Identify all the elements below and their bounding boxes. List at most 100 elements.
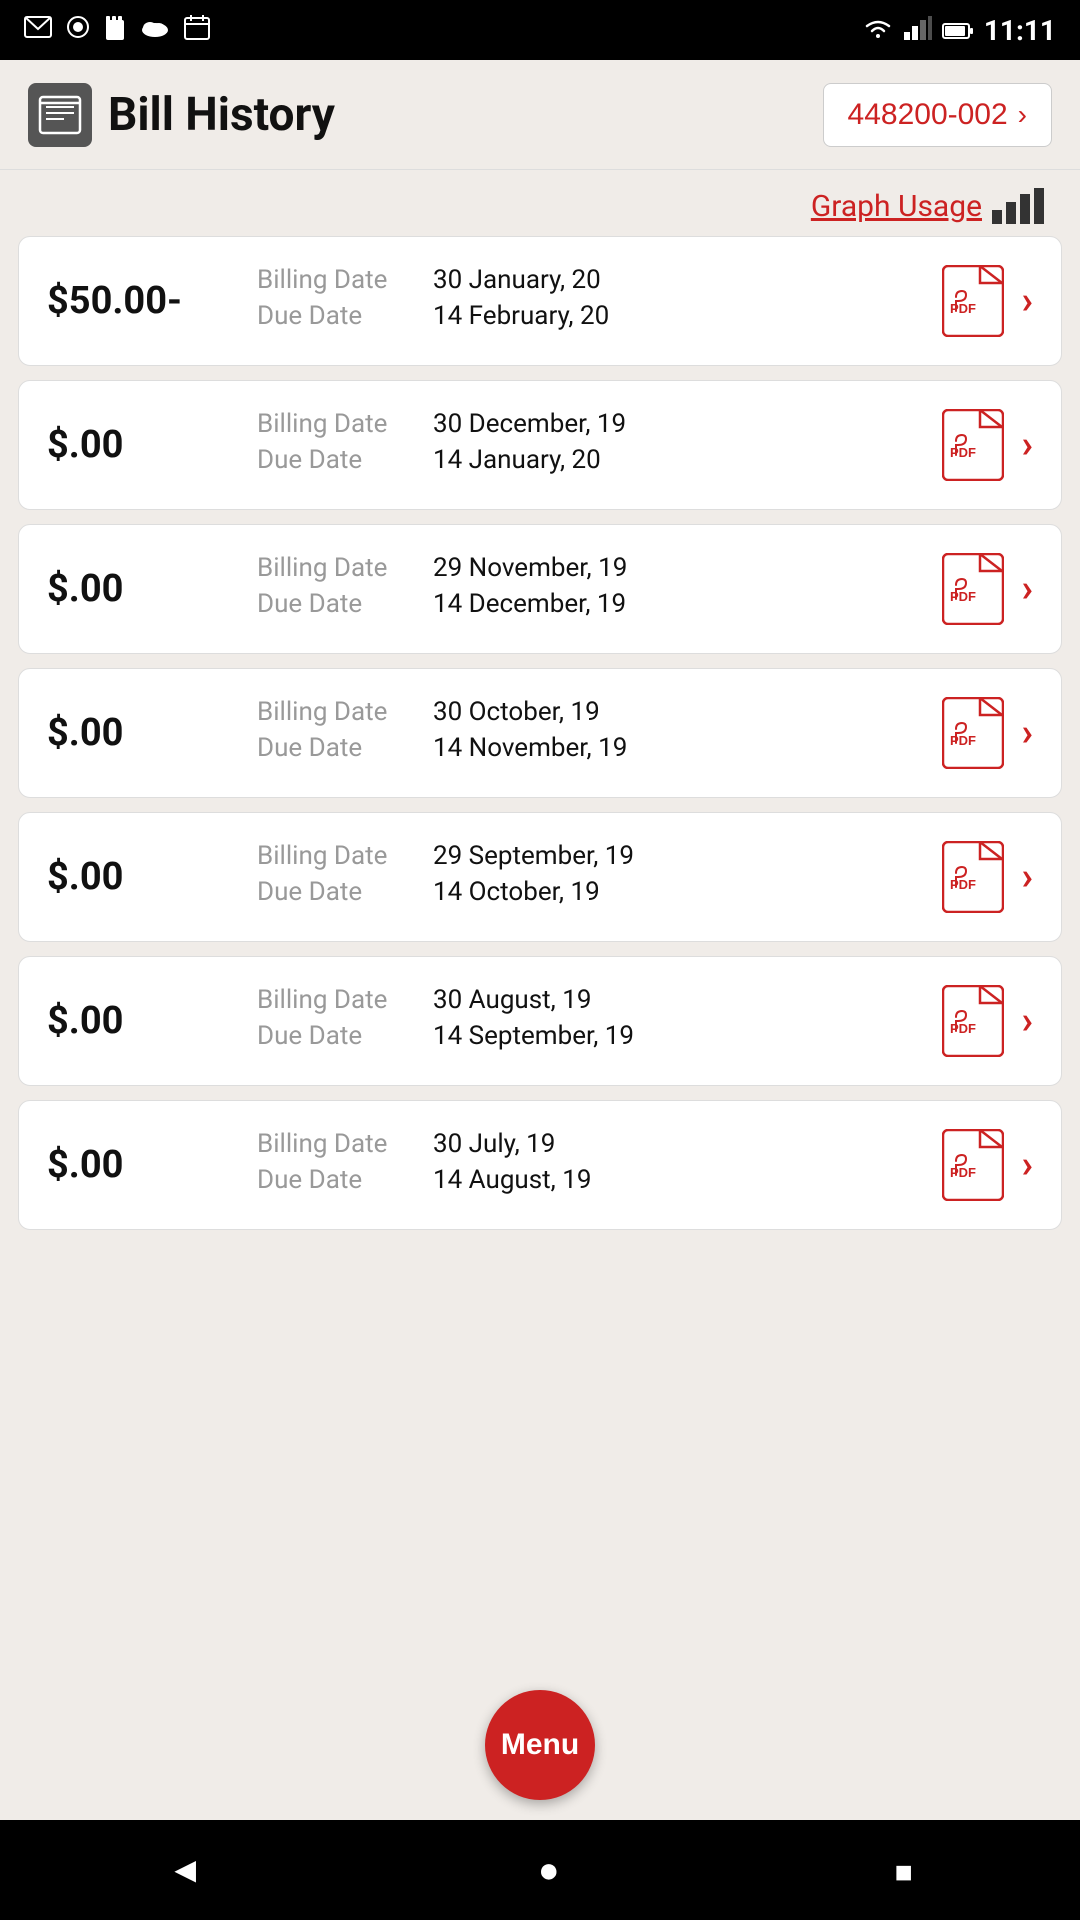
due-date-label: Due Date [257, 445, 417, 475]
pdf-icon[interactable]: PDF [942, 265, 1004, 337]
header-icon-box [28, 83, 92, 147]
record-icon [66, 15, 90, 45]
bill-actions: PDF › [942, 985, 1034, 1057]
billing-date-row: Billing Date 30 December, 19 [257, 409, 942, 439]
billing-date-row: Billing Date 30 October, 19 [257, 697, 942, 727]
wifi-icon [862, 14, 894, 47]
svg-text:PDF: PDF [950, 1021, 976, 1036]
page-title: Bill History [108, 88, 335, 142]
billing-date-value: 30 July, 19 [433, 1129, 555, 1159]
status-icons-left [24, 14, 210, 46]
svg-text:PDF: PDF [950, 877, 976, 892]
due-date-row: Due Date 14 February, 20 [257, 301, 942, 331]
due-date-row: Due Date 14 December, 19 [257, 589, 942, 619]
due-date-label: Due Date [257, 589, 417, 619]
due-date-row: Due Date 14 October, 19 [257, 877, 942, 907]
bill-actions: PDF › [942, 409, 1034, 481]
header-left: Bill History [28, 83, 335, 147]
billing-date-label: Billing Date [257, 553, 417, 583]
pdf-icon[interactable]: PDF [942, 553, 1004, 625]
billing-date-label: Billing Date [257, 841, 417, 871]
billing-date-row: Billing Date 29 November, 19 [257, 553, 942, 583]
bill-amount: $.00 [47, 1143, 237, 1187]
bill-card[interactable]: $50.00- Billing Date 30 January, 20 Due … [18, 236, 1062, 366]
bill-dates: Billing Date 30 July, 19 Due Date 14 Aug… [237, 1129, 942, 1201]
bill-actions: PDF › [942, 265, 1034, 337]
bill-card[interactable]: $.00 Billing Date 30 December, 19 Due Da… [18, 380, 1062, 510]
billing-date-label: Billing Date [257, 697, 417, 727]
due-date-label: Due Date [257, 1165, 417, 1195]
bill-amount: $.00 [47, 567, 237, 611]
due-date-row: Due Date 14 November, 19 [257, 733, 942, 763]
chevron-right-icon: › [1022, 423, 1034, 467]
time-display: 11:11 [984, 14, 1056, 47]
due-date-value: 14 September, 19 [433, 1021, 634, 1051]
home-button[interactable] [508, 1839, 590, 1901]
due-date-row: Due Date 14 August, 19 [257, 1165, 942, 1195]
chevron-right-icon: › [1022, 999, 1034, 1043]
bar-chart-icon [992, 188, 1044, 224]
bill-amount: $.00 [47, 423, 237, 467]
chevron-right-icon: › [1022, 855, 1034, 899]
bill-card[interactable]: $.00 Billing Date 29 November, 19 Due Da… [18, 524, 1062, 654]
due-date-label: Due Date [257, 1021, 417, 1051]
bill-dates: Billing Date 30 January, 20 Due Date 14 … [237, 265, 942, 337]
graph-usage-link[interactable]: Graph Usage [811, 189, 982, 224]
bill-card[interactable]: $.00 Billing Date 30 August, 19 Due Date… [18, 956, 1062, 1086]
bar4 [1034, 188, 1044, 224]
bill-card[interactable]: $.00 Billing Date 30 October, 19 Due Dat… [18, 668, 1062, 798]
menu-fab-container: Menu [485, 1690, 595, 1800]
billing-date-label: Billing Date [257, 409, 417, 439]
due-date-row: Due Date 14 January, 20 [257, 445, 942, 475]
chevron-right-icon: › [1022, 711, 1034, 755]
bar2 [1006, 202, 1016, 224]
svg-text:PDF: PDF [950, 733, 976, 748]
sd-icon [104, 14, 126, 46]
gmail-icon [24, 16, 52, 44]
bill-amount: $.00 [47, 855, 237, 899]
pdf-icon[interactable]: PDF [942, 1129, 1004, 1201]
menu-button[interactable]: Menu [485, 1690, 595, 1800]
due-date-value: 14 January, 20 [433, 445, 601, 475]
billing-date-label: Billing Date [257, 985, 417, 1015]
chevron-right-icon: › [1022, 567, 1034, 611]
pdf-icon[interactable]: PDF [942, 409, 1004, 481]
billing-date-row: Billing Date 29 September, 19 [257, 841, 942, 871]
svg-text:PDF: PDF [950, 301, 976, 316]
bill-amount: $50.00- [47, 279, 237, 323]
bill-card[interactable]: $.00 Billing Date 29 September, 19 Due D… [18, 812, 1062, 942]
billing-date-label: Billing Date [257, 1129, 417, 1159]
bar1 [992, 210, 1002, 224]
pdf-icon[interactable]: PDF [942, 841, 1004, 913]
bill-dates: Billing Date 30 August, 19 Due Date 14 S… [237, 985, 942, 1057]
billing-date-value: 30 October, 19 [433, 697, 600, 727]
account-number-button[interactable]: 448200-002 › [823, 83, 1052, 147]
bill-dates: Billing Date 30 October, 19 Due Date 14 … [237, 697, 942, 769]
svg-text:PDF: PDF [950, 445, 976, 460]
status-icons-right: 11:11 [862, 14, 1056, 47]
due-date-label: Due Date [257, 301, 417, 331]
billing-date-value: 30 August, 19 [433, 985, 591, 1015]
due-date-value: 14 August, 19 [433, 1165, 591, 1195]
due-date-value: 14 February, 20 [433, 301, 609, 331]
pdf-icon[interactable]: PDF [942, 985, 1004, 1057]
due-date-value: 14 November, 19 [433, 733, 627, 763]
billing-date-value: 30 January, 20 [433, 265, 601, 295]
signal-icon [904, 14, 932, 47]
pdf-icon[interactable]: PDF [942, 697, 1004, 769]
calendar-icon [184, 14, 210, 46]
due-date-label: Due Date [257, 877, 417, 907]
bill-actions: PDF › [942, 1129, 1034, 1201]
billing-date-row: Billing Date 30 August, 19 [257, 985, 942, 1015]
back-button[interactable] [137, 1839, 233, 1901]
graph-usage-row: Graph Usage [0, 170, 1080, 236]
bill-list: $50.00- Billing Date 30 January, 20 Due … [0, 236, 1080, 1920]
billing-date-value: 29 September, 19 [433, 841, 634, 871]
svg-text:PDF: PDF [950, 1165, 976, 1180]
bill-dates: Billing Date 30 December, 19 Due Date 14… [237, 409, 942, 481]
bill-card[interactable]: $.00 Billing Date 30 July, 19 Due Date 1… [18, 1100, 1062, 1230]
bill-amount: $.00 [47, 999, 237, 1043]
account-number-text: 448200-002 [848, 98, 1008, 132]
recent-apps-button[interactable] [864, 1839, 942, 1901]
due-date-value: 14 December, 19 [433, 589, 626, 619]
